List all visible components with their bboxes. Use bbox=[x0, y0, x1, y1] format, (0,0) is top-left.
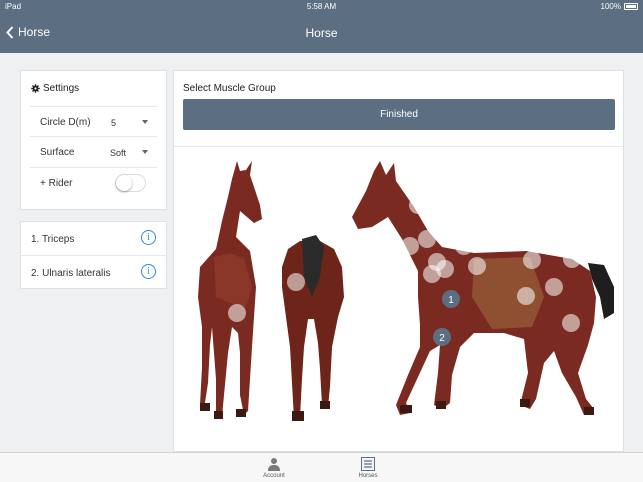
nav-bar: Horse Horse bbox=[0, 14, 643, 53]
selected-marker-1[interactable]: 1 bbox=[442, 290, 460, 308]
circle-diameter-value: 5 bbox=[111, 118, 117, 128]
tab-bar: Account Horses bbox=[0, 452, 643, 482]
surface-value: Soft bbox=[110, 148, 127, 158]
info-icon[interactable]: i bbox=[141, 230, 156, 245]
muscle-spot[interactable] bbox=[523, 251, 541, 269]
muscle-group-heading: Select Muscle Group bbox=[183, 83, 276, 94]
horse-anatomy-view: 1 2 bbox=[198, 161, 614, 421]
rider-row: + Rider bbox=[30, 167, 157, 196]
battery-icon bbox=[624, 3, 638, 10]
muscle-list: 1. Triceps i 2. Ulnaris lateralis i bbox=[20, 221, 167, 289]
muscle-spot[interactable] bbox=[455, 237, 473, 255]
tab-label: Horses bbox=[358, 473, 378, 479]
muscle-spot[interactable] bbox=[409, 196, 427, 214]
surface-select[interactable]: Surface Soft bbox=[30, 136, 157, 165]
battery-percent: 100% bbox=[600, 2, 621, 11]
caret-down-icon bbox=[142, 150, 148, 154]
muscle-label: 1. Triceps bbox=[31, 234, 75, 245]
gear-icon bbox=[31, 84, 40, 93]
tab-label: Account bbox=[263, 473, 285, 479]
tab-account[interactable]: Account bbox=[254, 457, 294, 479]
muscle-group-panel: Select Muscle Group Finished 1 2 bbox=[173, 70, 624, 452]
person-icon bbox=[268, 458, 280, 471]
settings-panel: Settings Circle D(m) 5 Surface Soft + Ri… bbox=[20, 70, 167, 210]
rider-toggle[interactable] bbox=[115, 174, 146, 192]
muscle-label: 2. Ulnaris lateralis bbox=[31, 268, 111, 279]
tab-horses[interactable]: Horses bbox=[348, 457, 388, 479]
muscle-spot[interactable] bbox=[228, 304, 246, 322]
status-time: 5:58 AM bbox=[306, 2, 337, 11]
caret-down-icon bbox=[142, 120, 148, 124]
marker-number: 1 bbox=[448, 295, 454, 306]
circle-diameter-label: Circle D(m) bbox=[40, 117, 91, 128]
info-icon[interactable]: i bbox=[141, 264, 156, 279]
marker-number: 2 bbox=[439, 333, 445, 344]
settings-title: Settings bbox=[43, 83, 80, 94]
horse-front-view bbox=[198, 161, 262, 419]
muscle-spot[interactable] bbox=[401, 237, 419, 255]
selected-marker-2[interactable]: 2 bbox=[433, 328, 451, 346]
muscle-spot[interactable] bbox=[418, 230, 436, 248]
list-item[interactable]: 2. Ulnaris lateralis i bbox=[21, 255, 166, 288]
list-item[interactable]: 1. Triceps i bbox=[21, 222, 166, 255]
muscle-spot[interactable] bbox=[545, 278, 563, 296]
horse-side-view bbox=[352, 161, 614, 415]
list-icon bbox=[361, 457, 375, 471]
horse-rear-view bbox=[282, 235, 344, 421]
rider-label: + Rider bbox=[40, 178, 73, 189]
muscle-spot[interactable] bbox=[562, 314, 580, 332]
surface-label: Surface bbox=[40, 147, 75, 158]
settings-header: Settings bbox=[31, 83, 79, 94]
battery-indicator: 100% bbox=[601, 2, 638, 11]
status-bar: iPad 5:58 AM 100% bbox=[0, 0, 643, 14]
muscle-spot[interactable] bbox=[287, 273, 305, 291]
circle-diameter-select[interactable]: Circle D(m) 5 bbox=[30, 106, 157, 135]
muscle-spot[interactable] bbox=[563, 250, 581, 268]
muscle-spot[interactable] bbox=[468, 257, 486, 275]
page-title: Horse bbox=[305, 26, 338, 40]
muscle-spot[interactable] bbox=[517, 287, 535, 305]
toggle-knob bbox=[116, 175, 132, 191]
muscle-spot[interactable] bbox=[436, 260, 454, 278]
finished-button[interactable]: Finished bbox=[183, 99, 615, 130]
